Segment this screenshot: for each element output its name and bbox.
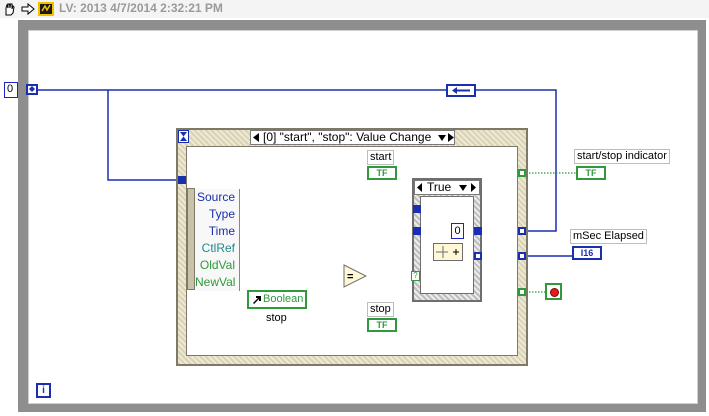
msec-elapsed-terminal[interactable]: I16 bbox=[572, 246, 602, 260]
event-data-source[interactable]: Source bbox=[195, 189, 240, 206]
inner-zero-constant[interactable]: 0 bbox=[451, 223, 464, 239]
event-case-selector[interactable]: [0] "start", "stop": Value Change bbox=[250, 130, 455, 145]
event-tunnel-left[interactable] bbox=[178, 176, 186, 184]
stop-control-type: TF bbox=[376, 320, 388, 330]
case-selector-terminal[interactable]: ? bbox=[411, 271, 420, 281]
event-data-newval[interactable]: NewVal bbox=[195, 274, 240, 291]
reference-arrow-icon bbox=[253, 296, 261, 304]
case-dropdown-icon[interactable] bbox=[438, 133, 446, 142]
stop-control-terminal[interactable]: TF bbox=[367, 318, 397, 332]
event-data-type[interactable]: Type bbox=[195, 206, 240, 223]
left-arrow-icon bbox=[452, 87, 470, 94]
start-control-label: start bbox=[367, 150, 395, 165]
start-stop-indicator-terminal[interactable]: TF bbox=[576, 166, 606, 180]
loop-iteration-label: i bbox=[42, 385, 45, 396]
equals-comparison-icon[interactable]: = bbox=[343, 264, 367, 288]
case-selector-value: True bbox=[427, 180, 452, 194]
case-tunnel-out-2[interactable] bbox=[474, 252, 482, 260]
case-sel-increment-icon[interactable] bbox=[470, 183, 477, 192]
case-sel-decrement-icon[interactable] bbox=[416, 183, 423, 192]
hourglass-icon bbox=[178, 130, 189, 143]
case-sel-dropdown-icon[interactable] bbox=[459, 184, 467, 192]
start-stop-indicator-type: TF bbox=[585, 168, 597, 178]
msec-elapsed-label: mSec Elapsed bbox=[570, 229, 647, 244]
stop-sign-icon bbox=[550, 288, 559, 297]
event-tunnel-right-msec[interactable] bbox=[518, 252, 526, 260]
start-control-type: TF bbox=[376, 168, 388, 178]
boolean-reference-label: Boolean bbox=[263, 293, 304, 305]
event-case-label: [0] "start", "stop": Value Change bbox=[263, 130, 432, 144]
event-data-time[interactable]: Time bbox=[195, 223, 240, 240]
event-data-oldval[interactable]: OldVal bbox=[195, 257, 240, 274]
event-tunnel-right-stop[interactable] bbox=[518, 288, 526, 296]
case-increment-icon[interactable] bbox=[447, 133, 455, 142]
boolean-reference[interactable]: Boolean bbox=[247, 290, 307, 309]
case-tunnel-in-1[interactable] bbox=[413, 205, 421, 213]
stop-control-label: stop bbox=[367, 302, 394, 317]
svg-text:=: = bbox=[347, 271, 353, 283]
event-data-node-bar bbox=[187, 188, 195, 290]
start-stop-indicator-label: start/stop indicator bbox=[574, 149, 670, 164]
boolean-reference-caption: stop bbox=[266, 312, 287, 324]
loop-iteration-terminal: i bbox=[36, 383, 51, 398]
event-tunnel-right-bool[interactable] bbox=[518, 169, 526, 177]
event-tunnel-right-shift[interactable] bbox=[518, 227, 526, 235]
case-tunnel-out-1[interactable] bbox=[474, 227, 482, 235]
case-tunnel-in-2[interactable] bbox=[413, 227, 421, 235]
subtract-node[interactable] bbox=[433, 243, 463, 261]
start-control-terminal[interactable]: TF bbox=[367, 166, 397, 180]
loop-stop-terminal[interactable] bbox=[545, 283, 562, 300]
msec-elapsed-type: I16 bbox=[580, 248, 594, 258]
event-data-ctlref[interactable]: CtlRef bbox=[195, 240, 240, 257]
case-decrement-icon[interactable] bbox=[252, 133, 260, 142]
